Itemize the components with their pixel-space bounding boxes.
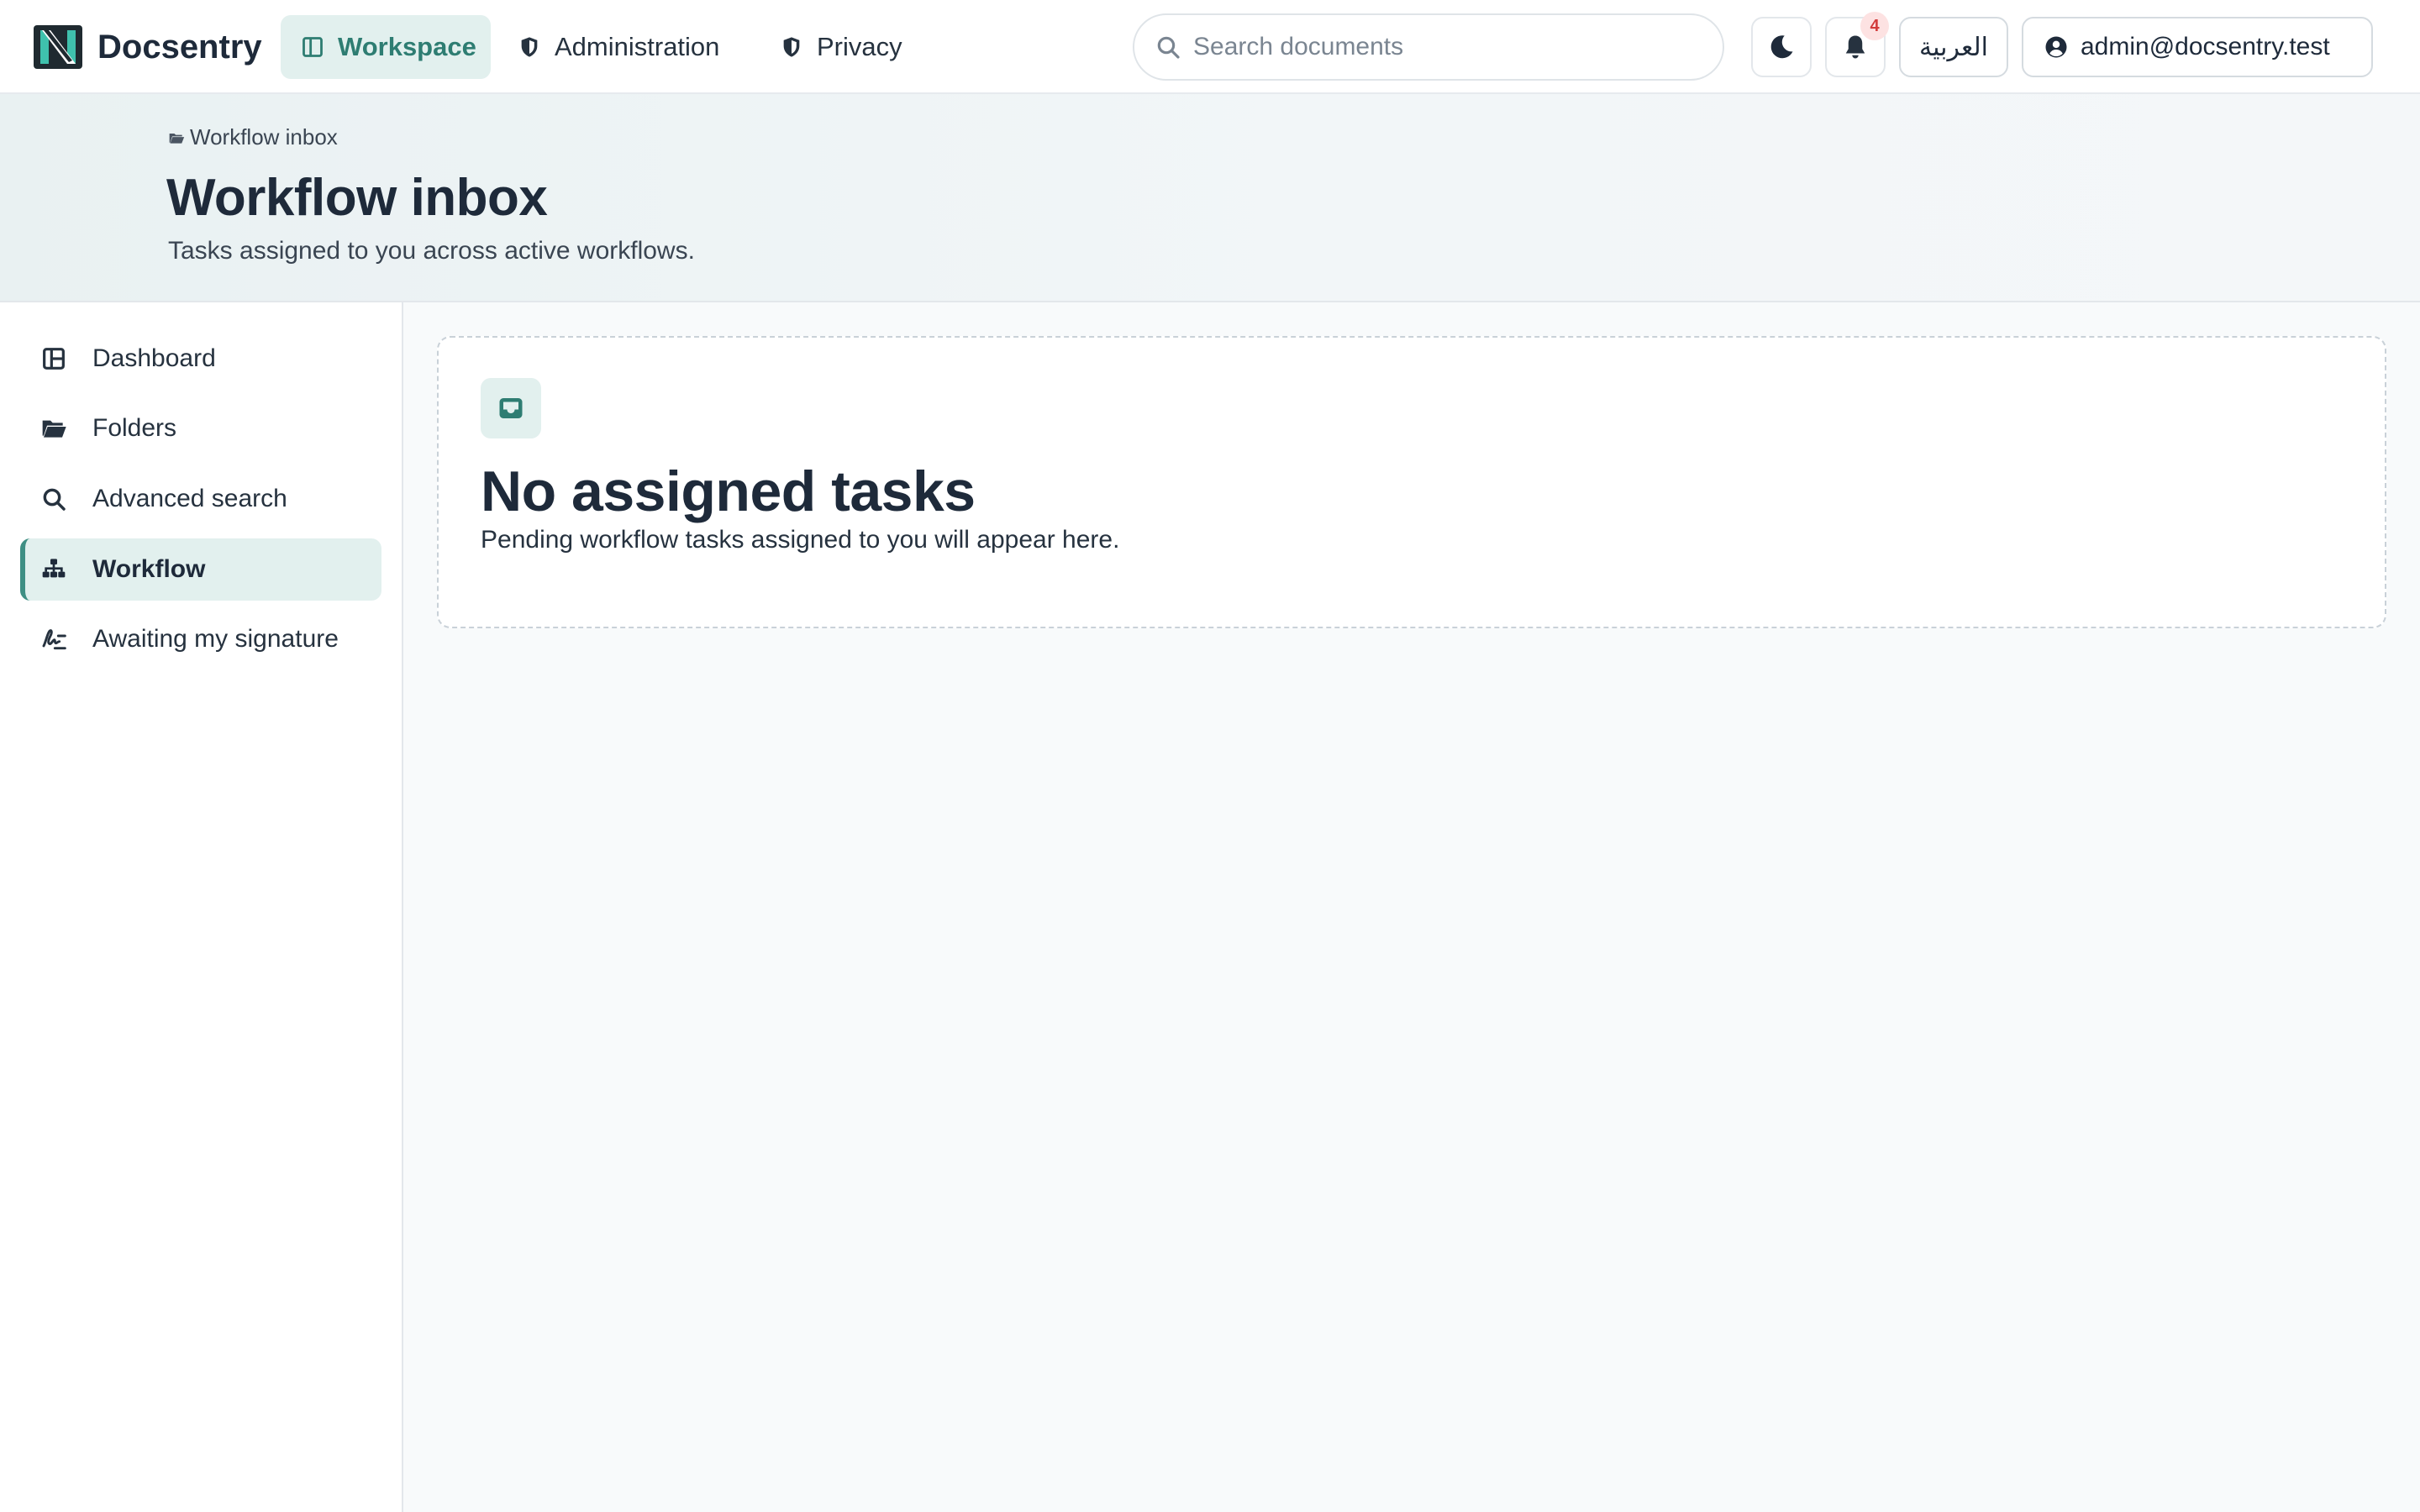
page-header: Workflow inbox Workflow inbox Tasks assi… <box>0 94 2420 302</box>
notifications-button[interactable]: 4 <box>1825 12 1889 77</box>
sidebar-item-label: Workflow <box>92 555 206 583</box>
language-label: العربية <box>1919 33 1988 61</box>
page-title: Workflow inbox <box>166 169 548 227</box>
empty-state-title: No assigned tasks <box>481 459 976 523</box>
layout-icon <box>302 37 323 57</box>
top-bar: Docsentry Workspace Administration Priva… <box>0 0 2420 94</box>
docsentry-logo-icon <box>34 25 82 69</box>
breadcrumb: Workflow inbox <box>168 124 338 150</box>
nav-workspace[interactable]: Workspace <box>281 15 491 79</box>
language-switch-button[interactable]: العربية <box>1899 17 2008 77</box>
shield-icon <box>521 37 538 57</box>
search-icon <box>43 488 66 511</box>
signature-icon <box>42 629 66 650</box>
moon-icon <box>1770 35 1793 59</box>
sidebar-item-workflow[interactable]: Workflow <box>20 538 381 601</box>
app-name: Docsentry <box>97 28 262 66</box>
inbox-icon <box>499 398 523 418</box>
folder-open-icon <box>169 133 185 144</box>
empty-state-icon-tile <box>481 378 541 438</box>
notification-count-badge: 4 <box>1860 12 1889 40</box>
nav-privacy-label: Privacy <box>817 32 902 61</box>
breadcrumb-item[interactable]: Workflow inbox <box>190 124 338 150</box>
sidebar-item-label: Advanced search <box>92 485 287 512</box>
user-circle-icon <box>2045 36 2067 58</box>
nav-workspace-label: Workspace <box>338 32 476 61</box>
sidebar-item-label: Folders <box>92 414 177 442</box>
nav-administration[interactable]: Administration <box>497 15 750 79</box>
search-box[interactable] <box>1133 13 1724 81</box>
sidebar-item-label: Awaiting my signature <box>92 625 339 653</box>
theme-toggle-button[interactable] <box>1751 17 1812 77</box>
sidebar-item-label: Dashboard <box>92 344 216 372</box>
search-input[interactable] <box>1193 33 1697 61</box>
dashboard-icon <box>43 348 65 370</box>
user-email: admin@docsentry.test <box>2081 33 2330 60</box>
nav-administration-label: Administration <box>555 32 720 61</box>
sidebar-item-folders[interactable]: Folders <box>20 397 381 459</box>
search-icon <box>1157 36 1180 59</box>
shield-half-icon <box>783 37 800 57</box>
nav-privacy[interactable]: Privacy <box>760 15 919 79</box>
sidebar-item-advanced-search[interactable]: Advanced search <box>20 468 381 530</box>
sidebar-item-dashboard[interactable]: Dashboard <box>20 328 381 390</box>
page-subtitle: Tasks assigned to you across active work… <box>168 237 695 265</box>
empty-state-card: No assigned tasks Pending workflow tasks… <box>437 336 2386 628</box>
sidebar-item-awaiting-signature[interactable]: Awaiting my signature <box>20 608 381 670</box>
folder-open-icon <box>42 420 66 438</box>
user-menu-button[interactable]: admin@docsentry.test <box>2022 17 2373 77</box>
empty-state-description: Pending workflow tasks assigned to you w… <box>481 526 1120 554</box>
sitemap-icon <box>42 559 66 578</box>
brand[interactable]: Docsentry <box>32 22 262 72</box>
sidebar: Dashboard Folders Advanced search Workfl… <box>0 302 403 1512</box>
